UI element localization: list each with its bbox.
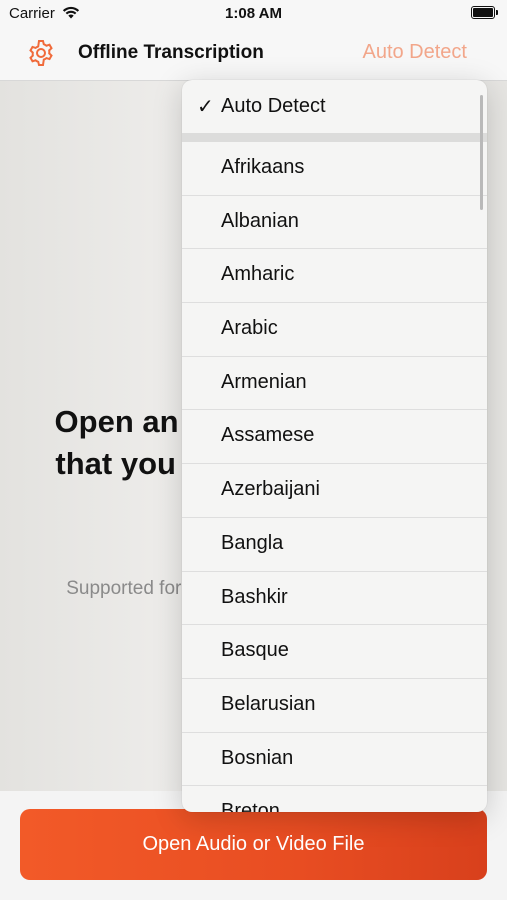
scrollbar[interactable]	[480, 95, 483, 210]
language-selector-button[interactable]: Auto Detect	[362, 41, 467, 64]
menu-item-belarusian[interactable]: Belarusian	[182, 679, 487, 733]
menu-item-label: Belarusian	[221, 692, 316, 715]
menu-item-label: Arabic	[221, 317, 278, 340]
open-file-button[interactable]: Open Audio or Video File	[20, 809, 487, 880]
status-bar: Carrier 1:08 AM	[0, 0, 507, 28]
menu-item-bosnian[interactable]: Bosnian	[182, 733, 487, 787]
menu-item-breton[interactable]: Breton	[182, 786, 487, 812]
menu-item-assamese[interactable]: Assamese	[182, 410, 487, 465]
page-title: Offline Transcription	[78, 42, 264, 63]
menu-item-label: Afrikaans	[221, 156, 305, 178]
menu-item-bangla[interactable]: Bangla	[182, 518, 487, 572]
menu-item-label: Basque	[221, 639, 289, 662]
menu-item-label: Bangla	[221, 531, 284, 554]
battery-icon	[471, 6, 498, 19]
menu-item-armenian[interactable]: Armenian	[182, 357, 487, 411]
menu-item-label: Auto Detect	[221, 95, 326, 117]
menu-item-label: Albanian	[221, 209, 299, 232]
menu-item-amharic[interactable]: Amharic	[182, 249, 487, 304]
menu-item-label: Bosnian	[221, 746, 294, 769]
navigation-bar: Offline Transcription Auto Detect	[0, 28, 507, 81]
language-dropdown-menu: ✓ Auto Detect Afrikaans Albanian Amharic…	[182, 80, 487, 812]
menu-item-bashkir[interactable]: Bashkir	[182, 572, 487, 626]
language-list: Afrikaans Albanian Amharic Arabic Armeni…	[182, 142, 487, 812]
menu-item-label: Amharic	[221, 263, 295, 286]
menu-item-label: Azerbaijani	[221, 478, 320, 501]
menu-item-basque[interactable]: Basque	[182, 625, 487, 679]
menu-item-label: Armenian	[221, 370, 307, 393]
menu-item-label: Assamese	[221, 424, 315, 447]
gear-icon[interactable]	[26, 38, 56, 68]
menu-item-label: Bashkir	[221, 585, 288, 608]
menu-item-afrikaans[interactable]: Afrikaans	[182, 142, 487, 196]
menu-item-arabic[interactable]: Arabic	[182, 303, 487, 357]
menu-item-albanian[interactable]: Albanian	[182, 196, 487, 250]
status-time: 1:08 AM	[225, 5, 282, 22]
menu-item-label: Breton	[221, 800, 280, 812]
menu-item-azerbaijani[interactable]: Azerbaijani	[182, 464, 487, 518]
menu-item-auto-detect[interactable]: ✓ Auto Detect	[182, 80, 487, 133]
checkmark-icon: ✓	[197, 96, 214, 118]
menu-separator	[182, 133, 487, 142]
